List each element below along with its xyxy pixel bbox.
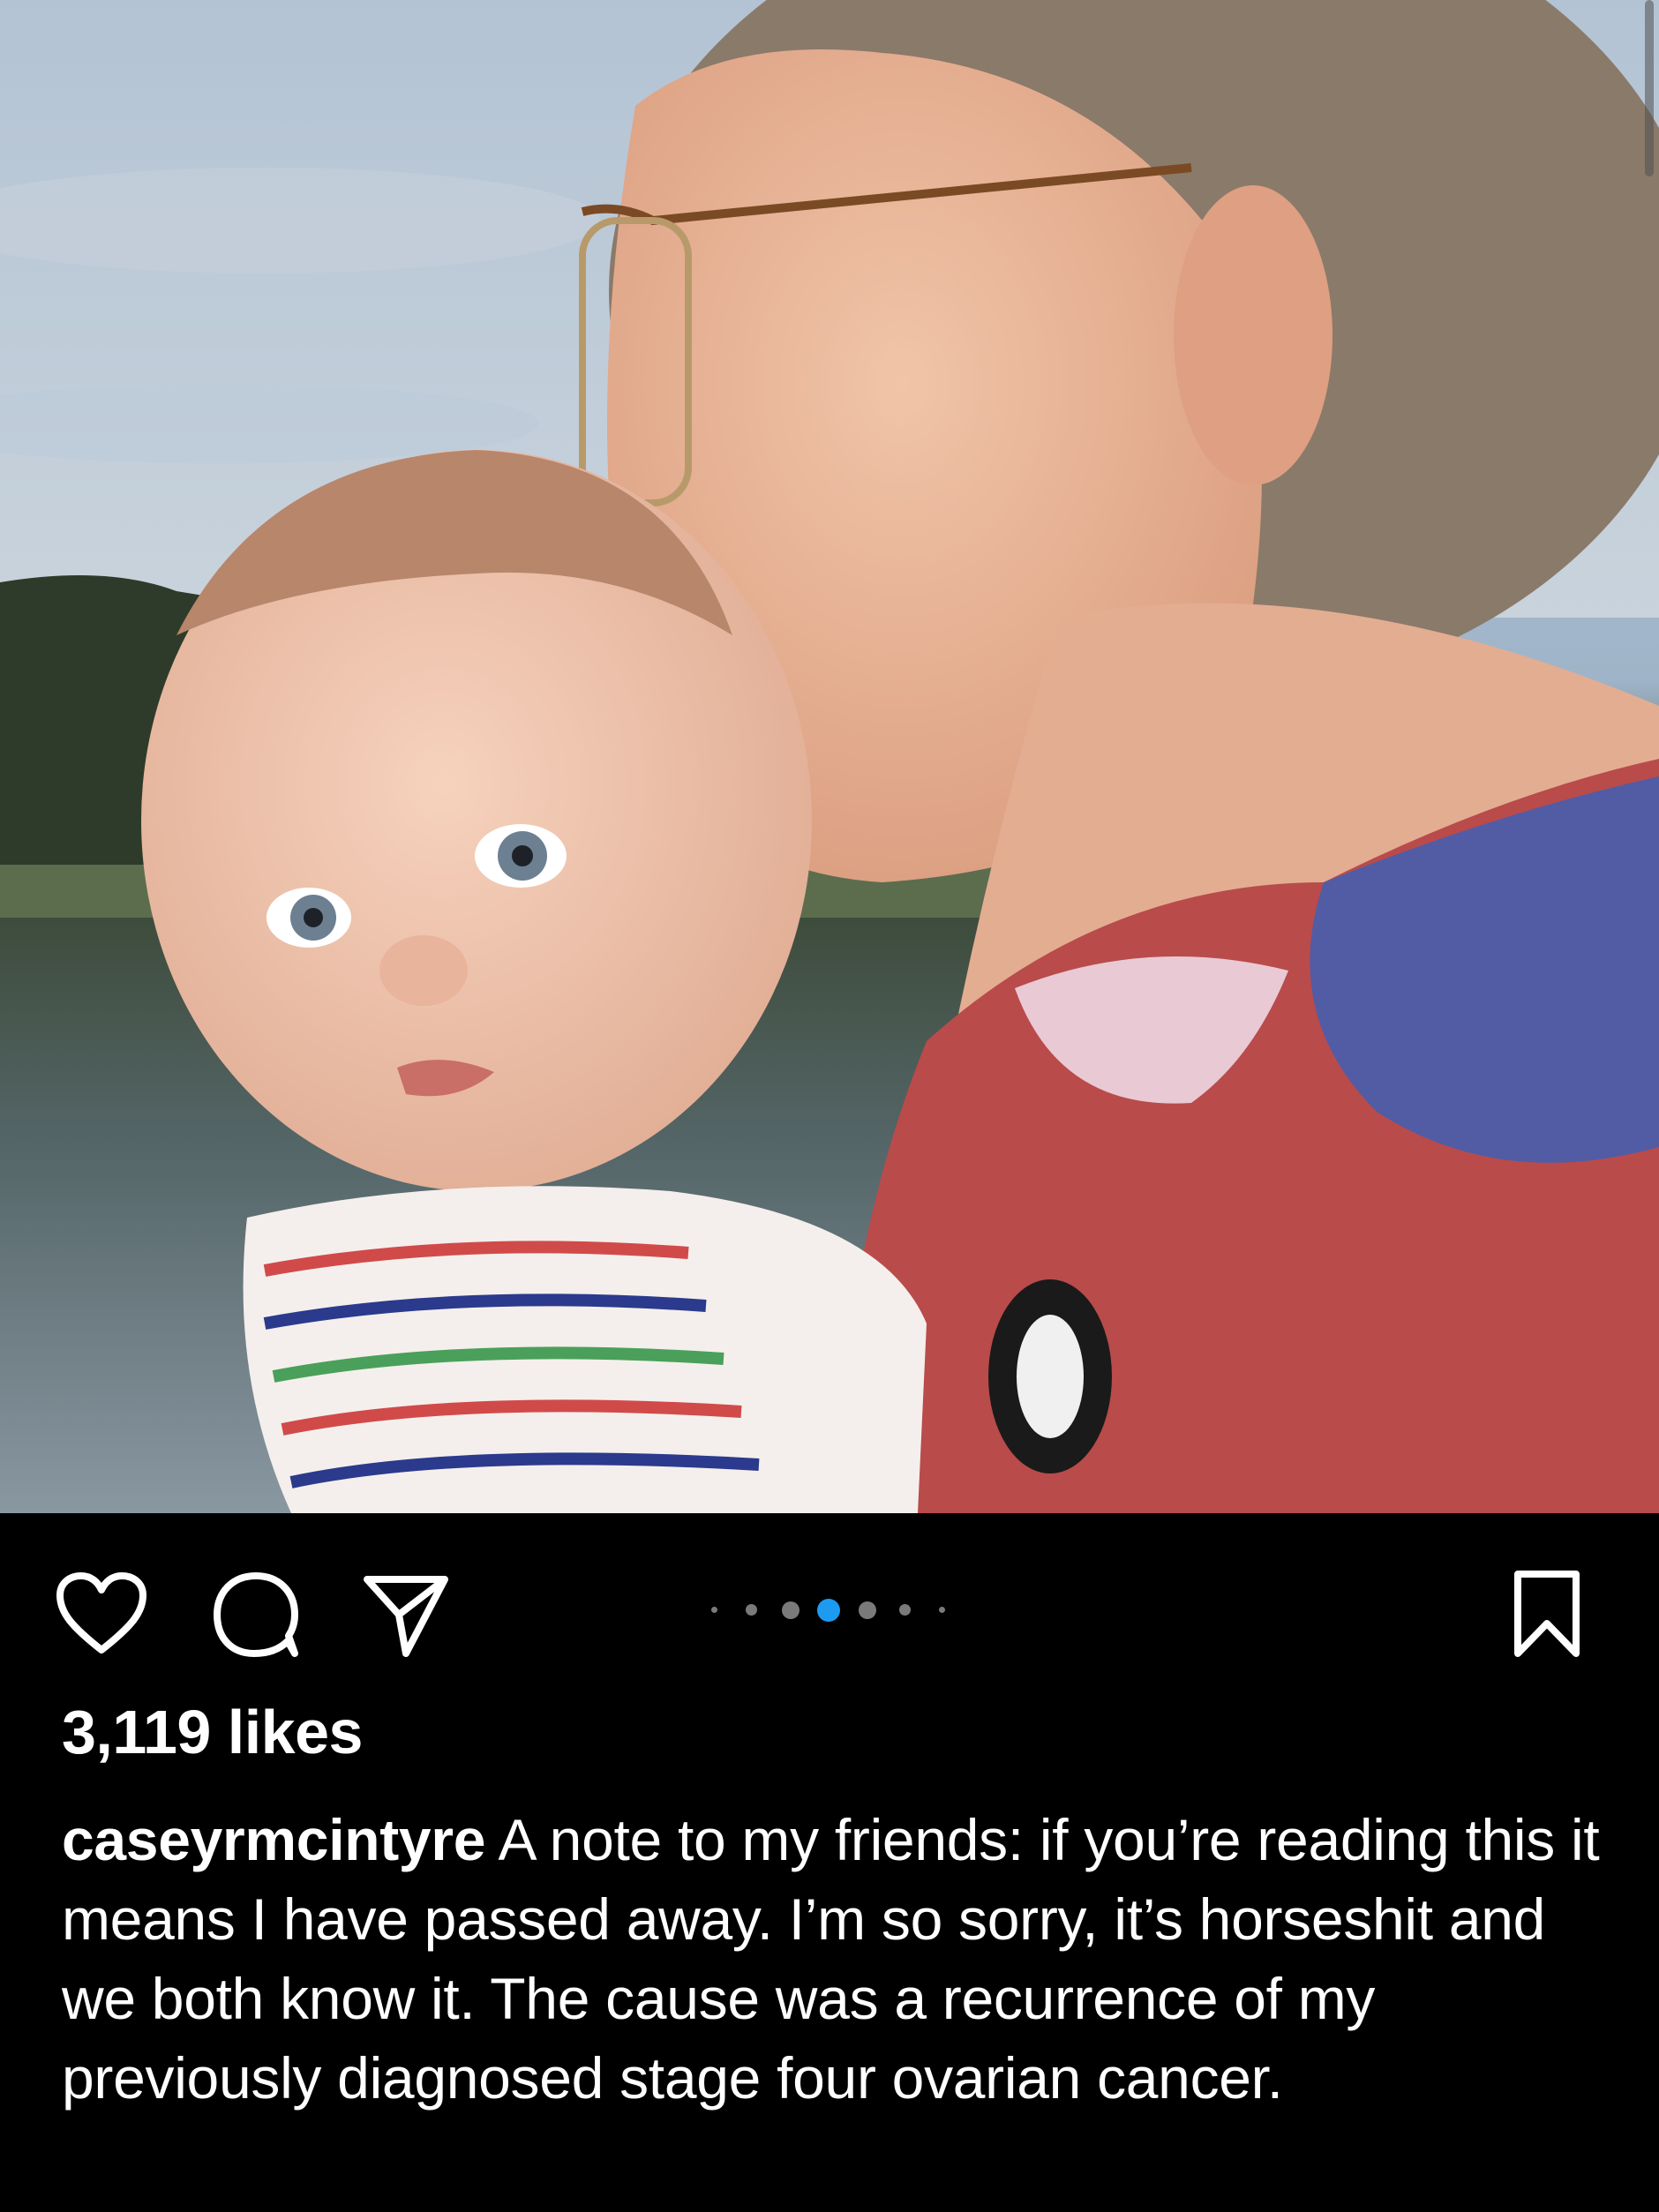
scroll-indicator[interactable] [1645, 0, 1654, 176]
carousel-dot [746, 1604, 757, 1616]
caption-username[interactable]: caseyrmcintyre [62, 1807, 485, 1872]
carousel-dot-active [817, 1599, 840, 1622]
carousel-dot [899, 1604, 911, 1616]
carousel-indicator [706, 1597, 953, 1623]
carousel-dot [859, 1601, 876, 1619]
post-photo-illustration [0, 0, 1659, 1513]
carousel-dot [939, 1607, 945, 1613]
carousel-dot [782, 1601, 799, 1619]
carousel-dot [711, 1607, 717, 1613]
heart-outline-icon[interactable] [55, 1571, 148, 1655]
bookmark-outline-icon[interactable] [1511, 1569, 1583, 1661]
post-caption: caseyrmcintyre A note to my friends: if … [62, 1800, 1615, 2118]
post-action-bar [0, 1513, 1659, 1690]
paper-plane-icon[interactable] [360, 1569, 452, 1661]
speech-bubble-icon[interactable] [212, 1571, 300, 1659]
post-photo[interactable] [0, 0, 1659, 1513]
likes-count[interactable]: 3,119 likes [62, 1701, 363, 1763]
